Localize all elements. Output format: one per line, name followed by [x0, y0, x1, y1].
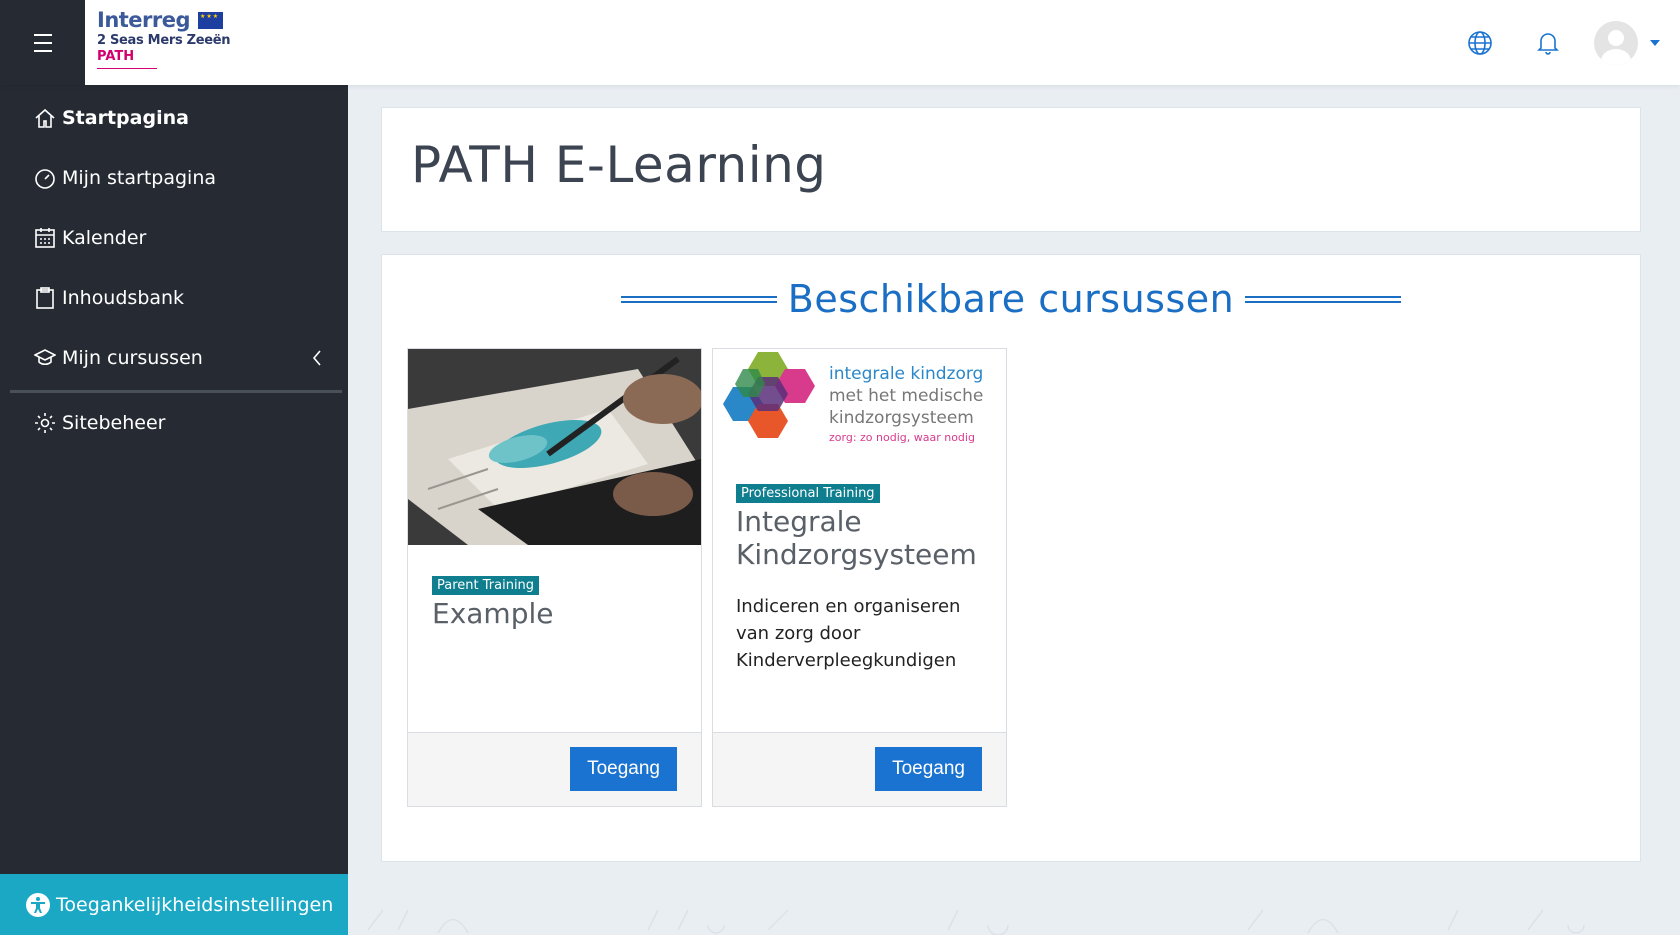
sidebar-item-mijn-cursussen[interactable]: Mijn cursussen — [0, 328, 348, 388]
clipboard-icon — [34, 287, 56, 309]
top-navbar: Interreg 2 Seas Mers Zeeën PATH — [0, 0, 1680, 85]
accessibility-icon — [26, 892, 50, 917]
menu-toggle-button[interactable] — [0, 0, 85, 85]
course-category-badge: Parent Training — [432, 576, 540, 595]
chevron-left-icon[interactable] — [312, 349, 322, 372]
logo-text-line4: zorg: zo nodig, waar nodig — [829, 431, 975, 444]
heading-decoration-left — [620, 295, 777, 303]
section-heading: Beschikbare cursussen — [382, 277, 1640, 321]
course-card[interactable]: Parent Training Example Toegang — [407, 348, 702, 807]
user-menu-caret-icon[interactable] — [1650, 39, 1660, 46]
course-title[interactable]: Integrale Kindzorgsysteem — [736, 505, 996, 571]
site-logo[interactable]: Interreg 2 Seas Mers Zeeën PATH — [85, 0, 259, 85]
sidebar-item-sitebeheer[interactable]: Sitebeheer — [0, 393, 348, 453]
logo-text-line2: met het medische — [829, 386, 983, 406]
sidebar-item-mijn-startpagina[interactable]: Mijn startpagina — [0, 148, 348, 208]
hamburger-icon — [33, 31, 52, 55]
sidebar-item-label: Startpagina — [62, 107, 189, 129]
course-description: Indiceren en organiseren van zorg door K… — [736, 596, 961, 671]
background-pattern — [367, 909, 1585, 935]
eu-flag-icon — [198, 11, 224, 29]
logo-project-name: PATH — [97, 49, 135, 64]
heading-decoration-right — [1245, 295, 1402, 303]
language-globe-icon[interactable] — [1466, 29, 1494, 57]
logo-text-line3: kindzorgsysteem — [829, 408, 974, 428]
sidebar-item-label: Kalender — [62, 227, 147, 249]
sidebar-nav: Startpagina Mijn startpagina Kalender In… — [0, 85, 348, 935]
accessibility-label: Toegankelijkheidsinstellingen — [56, 893, 334, 916]
course-image-kindzorg-logo[interactable]: integrale kindzorg met het medische kind… — [713, 349, 1006, 459]
section-heading-text: Beschikbare cursussen — [787, 277, 1235, 321]
page-header-panel: PATH E-Learning — [381, 107, 1641, 232]
course-card-footer: Toegang — [713, 732, 1006, 806]
course-title[interactable]: Example — [432, 597, 553, 630]
logo-divider — [97, 68, 157, 69]
page-title: PATH E-Learning — [411, 136, 827, 194]
course-card[interactable]: integrale kindzorg met het medische kind… — [712, 348, 1007, 807]
sidebar-item-inhoudsbank[interactable]: Inhoudsbank — [0, 268, 348, 328]
calendar-icon — [34, 227, 56, 249]
main-content: PATH E-Learning Beschikbare cursussen Pa… — [348, 85, 1680, 935]
notification-bell-icon[interactable] — [1534, 29, 1562, 57]
access-course-button[interactable]: Toegang — [875, 747, 982, 791]
sidebar-item-label: Inhoudsbank — [62, 287, 185, 309]
course-card-footer: Toegang — [408, 732, 701, 806]
sidebar-item-label: Mijn startpagina — [62, 167, 217, 189]
sidebar-item-startpagina[interactable]: Startpagina — [0, 88, 348, 148]
gear-icon — [34, 412, 56, 434]
graduation-cap-icon — [34, 347, 56, 369]
user-avatar[interactable] — [1594, 20, 1638, 65]
home-icon — [34, 107, 56, 129]
logo-text-line1: integrale kindzorg — [829, 364, 983, 384]
sidebar-item-label: Sitebeheer — [62, 412, 166, 434]
course-image-painting[interactable] — [408, 349, 701, 545]
access-course-button[interactable]: Toegang — [570, 747, 677, 791]
sidebar-item-kalender[interactable]: Kalender — [0, 208, 348, 268]
logo-brand-text: Interreg — [97, 8, 191, 32]
sidebar-item-label: Mijn cursussen — [62, 347, 203, 369]
course-category-badge: Professional Training — [736, 484, 880, 503]
logo-subtitle: 2 Seas Mers Zeeën — [97, 33, 231, 48]
accessibility-settings-button[interactable]: Toegankelijkheidsinstellingen — [0, 874, 348, 935]
dashboard-gauge-icon — [34, 167, 56, 189]
available-courses-panel: Beschikbare cursussen Parent Training Ex… — [381, 254, 1641, 862]
